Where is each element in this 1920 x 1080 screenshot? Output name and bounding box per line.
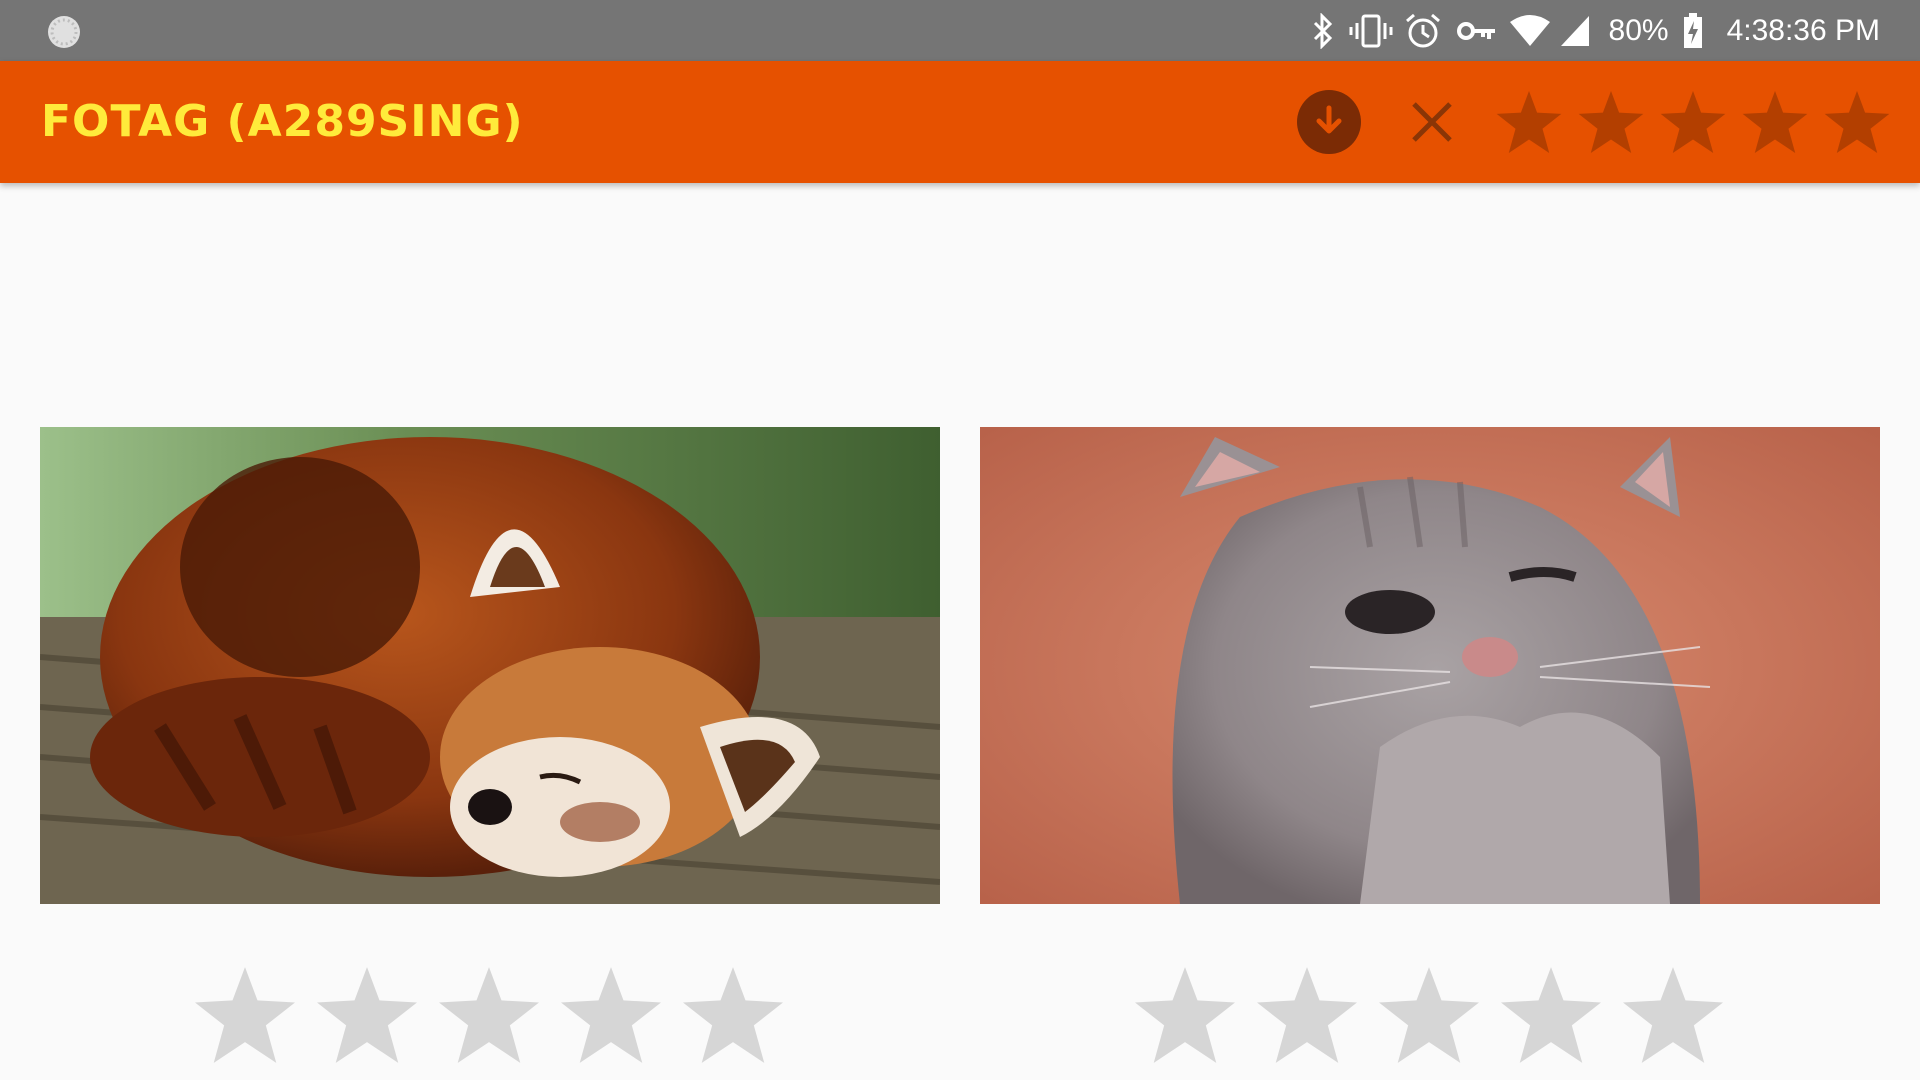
app-title: FOTAG (A289SING) [41,96,524,147]
image-card [980,427,1880,1063]
rating-star-3[interactable] [1368,962,1490,1068]
star-icon [683,967,783,1063]
rating-star-4[interactable] [550,962,672,1068]
rating-star-5[interactable] [672,962,794,1068]
star-icon [195,967,295,1063]
bluetooth-icon [1301,0,1345,61]
star-icon [317,967,417,1063]
status-bar: 80% 4:38:36 PM [0,0,1920,61]
rating-star-4[interactable] [1490,962,1612,1068]
rating-star-1[interactable] [1124,962,1246,1068]
wifi-icon [1505,0,1555,61]
close-icon [1412,102,1452,142]
filter-star-4[interactable] [1734,89,1816,155]
star-icon [1578,91,1644,153]
clear-filter-button[interactable] [1400,90,1464,154]
cell-signal-icon [1555,0,1595,61]
vibrate-icon [1345,0,1397,61]
rating-star-2[interactable] [306,962,428,1068]
rating-star-5[interactable] [1612,962,1734,1068]
filter-star-3[interactable] [1652,89,1734,155]
rating-star-1[interactable] [184,962,306,1068]
star-icon [1135,967,1235,1063]
image-gallery [0,183,1920,1080]
image-rating [184,962,794,1068]
battery-percent: 80% [1608,13,1669,47]
rating-filter [1488,89,1898,155]
loading-indicator-icon [46,14,82,50]
alarm-icon [1397,0,1449,61]
star-icon [1660,91,1726,153]
download-circle-icon [1316,105,1342,134]
star-icon [561,967,661,1063]
load-images-button[interactable] [1297,90,1361,154]
vpn-key-icon [1449,0,1505,61]
filter-star-1[interactable] [1488,89,1570,155]
star-icon [1742,91,1808,153]
filter-star-5[interactable] [1816,89,1898,155]
star-icon [1623,967,1723,1063]
red-panda-image[interactable] [40,427,940,904]
app-bar: FOTAG (A289SING) [0,61,1920,183]
star-icon [1257,967,1357,1063]
star-icon [1501,967,1601,1063]
image-card [40,427,940,1063]
star-icon [1824,91,1890,153]
star-icon [1496,91,1562,153]
kitten-image[interactable] [980,427,1880,904]
star-icon [439,967,539,1063]
star-icon [1379,967,1479,1063]
rating-star-2[interactable] [1246,962,1368,1068]
image-rating [1124,962,1734,1068]
battery-charging-icon [1673,0,1713,61]
clock: 4:38:36 PM [1726,13,1880,47]
rating-star-3[interactable] [428,962,550,1068]
filter-star-2[interactable] [1570,89,1652,155]
